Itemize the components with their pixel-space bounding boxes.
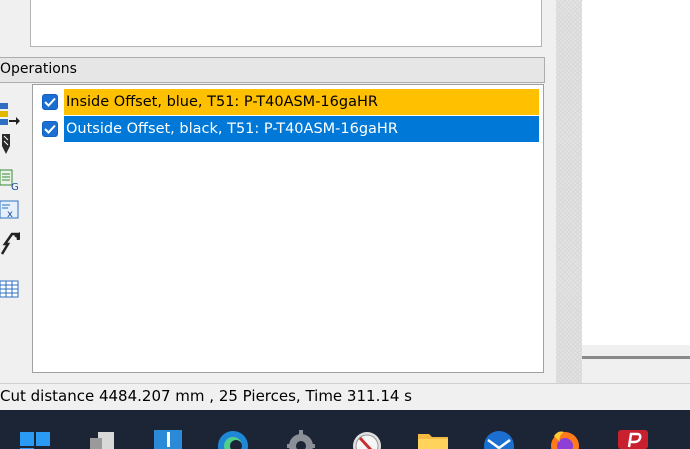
table-icon[interactable] xyxy=(0,280,19,298)
checkmark-icon xyxy=(44,97,56,107)
direction-arrow-icon[interactable] xyxy=(0,232,20,255)
svg-text:G: G xyxy=(11,182,19,193)
top-list-area xyxy=(30,0,542,47)
splitter[interactable] xyxy=(545,0,556,383)
windows-start-icon[interactable] xyxy=(18,418,52,449)
excel-export-icon[interactable]: x xyxy=(0,200,19,220)
app-icon[interactable] xyxy=(152,418,186,449)
operation-checkbox[interactable] xyxy=(42,121,58,137)
file-app-icon[interactable] xyxy=(86,418,120,449)
operations-title: Operations xyxy=(0,61,77,77)
file-explorer-icon[interactable] xyxy=(416,418,450,449)
checkmark-icon xyxy=(44,124,56,134)
hatched-panel xyxy=(556,0,582,383)
operation-checkbox[interactable] xyxy=(42,94,58,110)
operations-list[interactable]: Inside Offset, blue, T51: P-T40ASM-16gaH… xyxy=(32,84,544,373)
mail-icon[interactable] xyxy=(482,418,516,449)
horizontal-scrollbar[interactable] xyxy=(582,356,690,359)
canvas-area[interactable] xyxy=(582,0,690,345)
status-text: Cut distance 4484.207 mm , 25 Pierces, T… xyxy=(0,387,413,405)
canvas-footer xyxy=(582,345,690,383)
operation-item-inside-offset[interactable]: Inside Offset, blue, T51: P-T40ASM-16gaH… xyxy=(42,89,539,115)
compass-app-icon[interactable] xyxy=(350,418,384,449)
operation-label: Inside Offset, blue, T51: P-T40ASM-16gaH… xyxy=(64,89,539,115)
red-app-icon[interactable] xyxy=(616,418,650,449)
operation-label: Outside Offset, black, T51: P-T40ASM-16g… xyxy=(64,116,539,142)
settings-gear-icon[interactable] xyxy=(284,418,318,449)
firefox-icon[interactable] xyxy=(548,418,582,449)
drill-icon[interactable] xyxy=(2,134,10,154)
operations-header xyxy=(0,57,545,83)
sequence-arrow-icon[interactable] xyxy=(0,103,20,125)
svg-text:x: x xyxy=(7,209,13,220)
nc-code-icon[interactable]: G xyxy=(0,169,19,193)
edge-browser-icon[interactable] xyxy=(216,418,250,449)
operation-item-outside-offset[interactable]: Outside Offset, black, T51: P-T40ASM-16g… xyxy=(42,116,539,142)
operations-toolbar: G x xyxy=(0,103,20,298)
